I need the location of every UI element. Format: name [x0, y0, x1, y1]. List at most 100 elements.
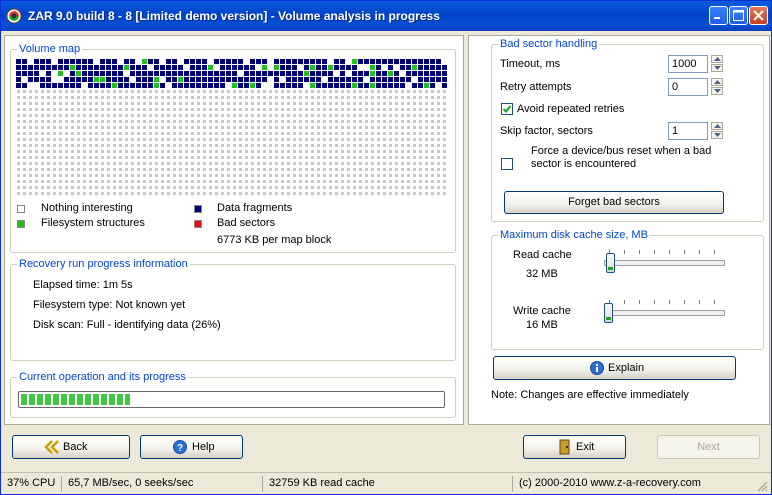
map-block	[64, 71, 69, 76]
app-icon	[6, 8, 22, 24]
map-block	[238, 71, 243, 76]
minimize-button[interactable]	[709, 6, 728, 25]
map-block	[245, 192, 248, 195]
spin-up-icon[interactable]	[711, 122, 723, 130]
map-block	[149, 162, 152, 165]
map-block	[83, 120, 86, 123]
forget-bad-sectors-button[interactable]: Forget bad sectors	[504, 191, 724, 214]
map-block	[257, 162, 260, 165]
map-block	[215, 108, 218, 111]
map-block	[47, 90, 50, 93]
map-block	[83, 180, 86, 183]
map-block	[352, 77, 357, 82]
map-block	[215, 102, 218, 105]
map-block	[293, 138, 296, 141]
bus-reset-checkbox[interactable]	[501, 158, 513, 170]
map-block	[179, 192, 182, 195]
map-block	[119, 168, 122, 171]
map-block	[305, 138, 308, 141]
timeout-field[interactable]: 1000	[668, 55, 708, 73]
map-block	[47, 186, 50, 189]
map-block	[202, 59, 207, 64]
read-cache-slider[interactable]	[604, 250, 726, 278]
map-block	[305, 96, 308, 99]
map-block	[95, 120, 98, 123]
map-block	[443, 186, 446, 189]
map-block	[383, 192, 386, 195]
title-bar[interactable]: ZAR 9.0 build 8 - 8 [Limited demo versio…	[1, 1, 771, 31]
map-block	[388, 71, 393, 76]
map-block	[376, 71, 381, 76]
map-block	[89, 192, 92, 195]
read-cache-thumb[interactable]	[606, 253, 615, 273]
resize-grip-icon[interactable]	[756, 480, 768, 492]
map-block	[311, 186, 314, 189]
timeout-spinner[interactable]	[711, 55, 723, 73]
map-block	[136, 71, 141, 76]
spin-up-icon[interactable]	[711, 78, 723, 86]
map-block	[137, 186, 140, 189]
map-block	[251, 96, 254, 99]
map-block	[167, 96, 170, 99]
maximize-button[interactable]	[729, 6, 748, 25]
map-block	[436, 77, 441, 82]
exit-button[interactable]: Exit	[523, 435, 626, 459]
map-block	[71, 132, 74, 135]
map-block	[137, 120, 140, 123]
map-block	[316, 59, 321, 64]
map-block	[287, 108, 290, 111]
map-block	[334, 65, 339, 70]
map-block	[227, 90, 230, 93]
map-block	[431, 156, 434, 159]
map-block	[173, 132, 176, 135]
map-block	[178, 71, 183, 76]
close-button[interactable]	[749, 6, 768, 25]
map-block	[143, 144, 146, 147]
skip-factor-field[interactable]: 1	[668, 122, 708, 140]
map-block	[431, 144, 434, 147]
map-block	[178, 83, 183, 88]
map-block	[197, 114, 200, 117]
map-block	[275, 132, 278, 135]
spin-down-icon[interactable]	[711, 64, 723, 72]
map-block	[401, 102, 404, 105]
map-block	[233, 174, 236, 177]
back-button[interactable]: Back	[12, 435, 130, 459]
map-block	[286, 65, 291, 70]
map-block	[89, 162, 92, 165]
map-block	[112, 71, 117, 76]
map-block	[329, 162, 332, 165]
map-block	[443, 90, 446, 93]
map-block	[172, 71, 177, 76]
map-block	[82, 59, 87, 64]
retry-spinner[interactable]	[711, 78, 723, 96]
map-block	[160, 65, 165, 70]
spin-up-icon[interactable]	[711, 55, 723, 63]
spin-down-icon[interactable]	[711, 131, 723, 139]
write-cache-slider[interactable]	[604, 300, 726, 328]
map-block	[113, 108, 116, 111]
map-block	[257, 90, 260, 93]
map-block	[413, 96, 416, 99]
skip-factor-spinner[interactable]	[711, 122, 723, 140]
explain-button[interactable]: Explain	[493, 356, 736, 380]
map-block	[347, 156, 350, 159]
map-block	[34, 77, 39, 82]
map-block	[269, 156, 272, 159]
map-block	[173, 192, 176, 195]
map-block	[167, 150, 170, 153]
map-block	[239, 180, 242, 183]
map-block	[143, 162, 146, 165]
map-block	[281, 192, 284, 195]
map-block	[413, 102, 416, 105]
map-block	[341, 168, 344, 171]
spin-down-icon[interactable]	[711, 87, 723, 95]
avoid-retries-checkbox[interactable]	[501, 103, 513, 115]
retry-field[interactable]: 0	[668, 78, 708, 96]
map-block	[101, 150, 104, 153]
map-block	[329, 126, 332, 129]
map-block	[323, 102, 326, 105]
map-block	[347, 162, 350, 165]
write-cache-thumb[interactable]	[604, 303, 613, 323]
help-button[interactable]: ? Help	[140, 435, 243, 459]
